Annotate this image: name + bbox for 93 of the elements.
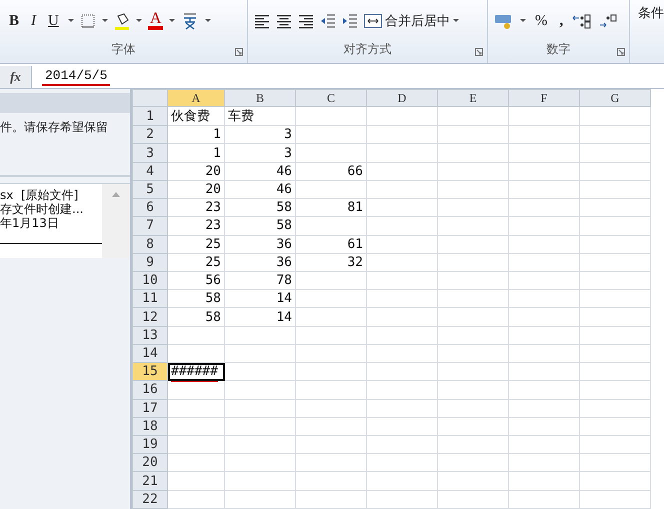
column-header[interactable]: C (296, 90, 366, 106)
column-header[interactable]: A (168, 90, 224, 106)
cell-value: 车费 (228, 109, 254, 124)
insert-function-button[interactable]: fx (0, 66, 32, 88)
borders-icon[interactable] (80, 13, 96, 29)
cell-value: 58 (205, 310, 221, 325)
paint-bucket-icon[interactable] (114, 12, 130, 30)
column-header[interactable]: B (224, 90, 296, 106)
accounting-format-icon[interactable] (494, 13, 514, 29)
cell-value: 36 (276, 254, 292, 270)
row-header[interactable]: 14 (132, 344, 168, 363)
row-header[interactable]: 19 (132, 435, 168, 454)
caret-icon[interactable] (169, 19, 176, 23)
recovery-message: 件。请保存希望保留 (0, 113, 130, 177)
font-color-button[interactable]: A (148, 12, 164, 30)
row-header[interactable]: 7 (132, 216, 168, 236)
cell-value: 23 (205, 200, 221, 216)
row-header[interactable]: 3 (132, 144, 168, 162)
caret-icon[interactable] (102, 19, 108, 23)
cell-value: 1 (213, 146, 221, 161)
active-cell: ###### (171, 364, 218, 382)
increase-indent-icon[interactable] (342, 13, 358, 29)
cell-value: 66 (347, 164, 363, 179)
dialog-launcher-icon[interactable] (475, 48, 483, 56)
caret-icon[interactable] (68, 19, 74, 23)
decrease-decimal-icon[interactable] (598, 13, 618, 29)
caret-icon[interactable] (136, 19, 142, 23)
row-header[interactable]: 18 (132, 417, 168, 436)
percent-button[interactable]: % (532, 12, 550, 30)
cell-value: 36 (276, 236, 292, 252)
row-header[interactable]: 15 (132, 362, 168, 381)
column-header[interactable]: G (580, 90, 650, 106)
column-header[interactable]: E (438, 90, 508, 106)
row-header[interactable]: 20 (132, 454, 168, 472)
increase-decimal-icon[interactable] (572, 13, 592, 29)
caret-icon[interactable] (205, 19, 212, 23)
column-header[interactable]: D (366, 90, 438, 106)
row-header[interactable]: 12 (132, 308, 168, 326)
bold-button[interactable]: B (6, 12, 22, 30)
cell-value: 25 (205, 236, 221, 252)
group-label: 字体 (112, 41, 136, 58)
cell-value: 14 (276, 291, 292, 306)
conditional-format-button[interactable]: 条件 (630, 0, 664, 63)
formula-input[interactable]: 2014/5/5 (42, 68, 110, 86)
caret-icon[interactable] (453, 19, 459, 23)
align-center-icon[interactable] (276, 13, 292, 29)
cell-value: 3 (284, 127, 292, 142)
row-header[interactable]: 8 (132, 235, 168, 254)
row-header[interactable]: 4 (132, 162, 168, 180)
row-header[interactable]: 2 (132, 126, 168, 144)
cell-value: 46 (276, 182, 292, 197)
cell-value: 58 (276, 200, 292, 216)
comma-button[interactable]: , (556, 12, 566, 30)
cell-value: 61 (347, 236, 363, 252)
decrease-indent-icon[interactable] (320, 13, 336, 29)
dialog-launcher-icon[interactable] (235, 48, 243, 56)
row-header[interactable]: 6 (132, 198, 168, 217)
cell-value: 3 (284, 146, 292, 161)
merge-cells-icon (364, 14, 382, 28)
row-header[interactable]: 9 (132, 253, 168, 272)
cell-value: 32 (347, 254, 363, 270)
group-label: 对齐方式 (344, 41, 392, 58)
caret-icon[interactable] (520, 19, 526, 23)
row-header[interactable]: 1 (132, 106, 168, 126)
row-header[interactable]: 16 (132, 380, 168, 400)
row-header[interactable]: 21 (132, 472, 168, 490)
row-header[interactable]: 5 (132, 180, 168, 199)
cell-value: 78 (276, 273, 292, 288)
column-header[interactable]: F (508, 90, 580, 106)
cell-value: 20 (205, 164, 221, 179)
align-left-icon[interactable] (254, 13, 270, 29)
align-right-icon[interactable] (298, 13, 314, 29)
cell-value: 81 (347, 200, 363, 216)
group-label: 数字 (546, 41, 570, 58)
cell-value: 46 (276, 164, 292, 179)
cell-value: 伙食费 (171, 109, 210, 124)
cell-value: 23 (205, 218, 221, 234)
row-header[interactable]: 22 (132, 490, 168, 508)
cell-value: 14 (276, 310, 292, 325)
merge-center-button[interactable]: 合并后居中 (364, 12, 459, 30)
cell-value: 56 (205, 273, 221, 288)
row-header[interactable]: 17 (132, 399, 168, 418)
cell-value: 25 (205, 254, 221, 270)
row-header[interactable]: 11 (132, 290, 168, 308)
italic-button[interactable]: I (28, 12, 40, 30)
cell-value: 20 (205, 182, 221, 197)
cell-value: 58 (205, 291, 221, 306)
cell-value: 1 (213, 127, 221, 142)
dialog-launcher-icon[interactable] (617, 48, 625, 56)
cell-value: 58 (276, 218, 292, 234)
underline-button[interactable]: U (45, 12, 62, 30)
row-header[interactable]: 10 (132, 271, 168, 290)
row-header[interactable]: 13 (132, 326, 168, 344)
